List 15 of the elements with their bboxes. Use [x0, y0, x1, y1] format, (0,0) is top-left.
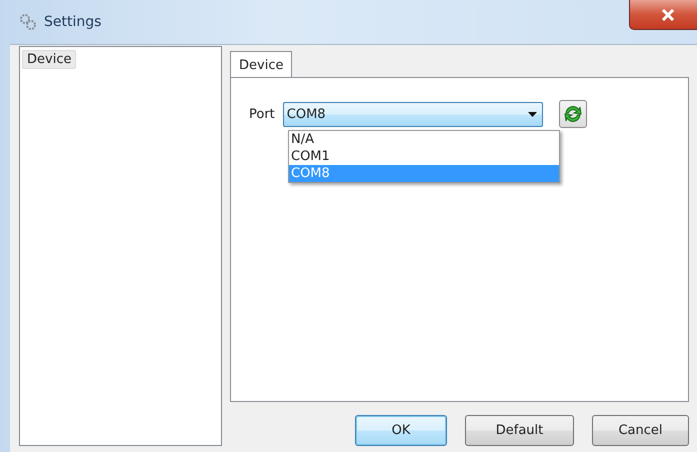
refresh-button[interactable]: [558, 100, 587, 128]
port-dropdown[interactable]: COM8: [282, 102, 543, 126]
window-title: Settings: [44, 14, 102, 30]
close-button[interactable]: [629, 0, 697, 30]
port-label: Port: [249, 106, 275, 122]
default-button[interactable]: Default: [465, 415, 574, 446]
sidebar-item[interactable]: Device: [22, 50, 76, 69]
tab[interactable]: Device: [230, 51, 292, 78]
caret-icon: [528, 112, 537, 116]
dropdown-option[interactable]: COM1: [289, 148, 559, 165]
ok-button[interactable]: OK: [355, 415, 447, 446]
dropdown-option[interactable]: N/A: [289, 131, 559, 148]
refresh-icon: [562, 104, 583, 124]
close-icon: [661, 8, 675, 20]
cancel-button[interactable]: Cancel: [592, 415, 689, 446]
